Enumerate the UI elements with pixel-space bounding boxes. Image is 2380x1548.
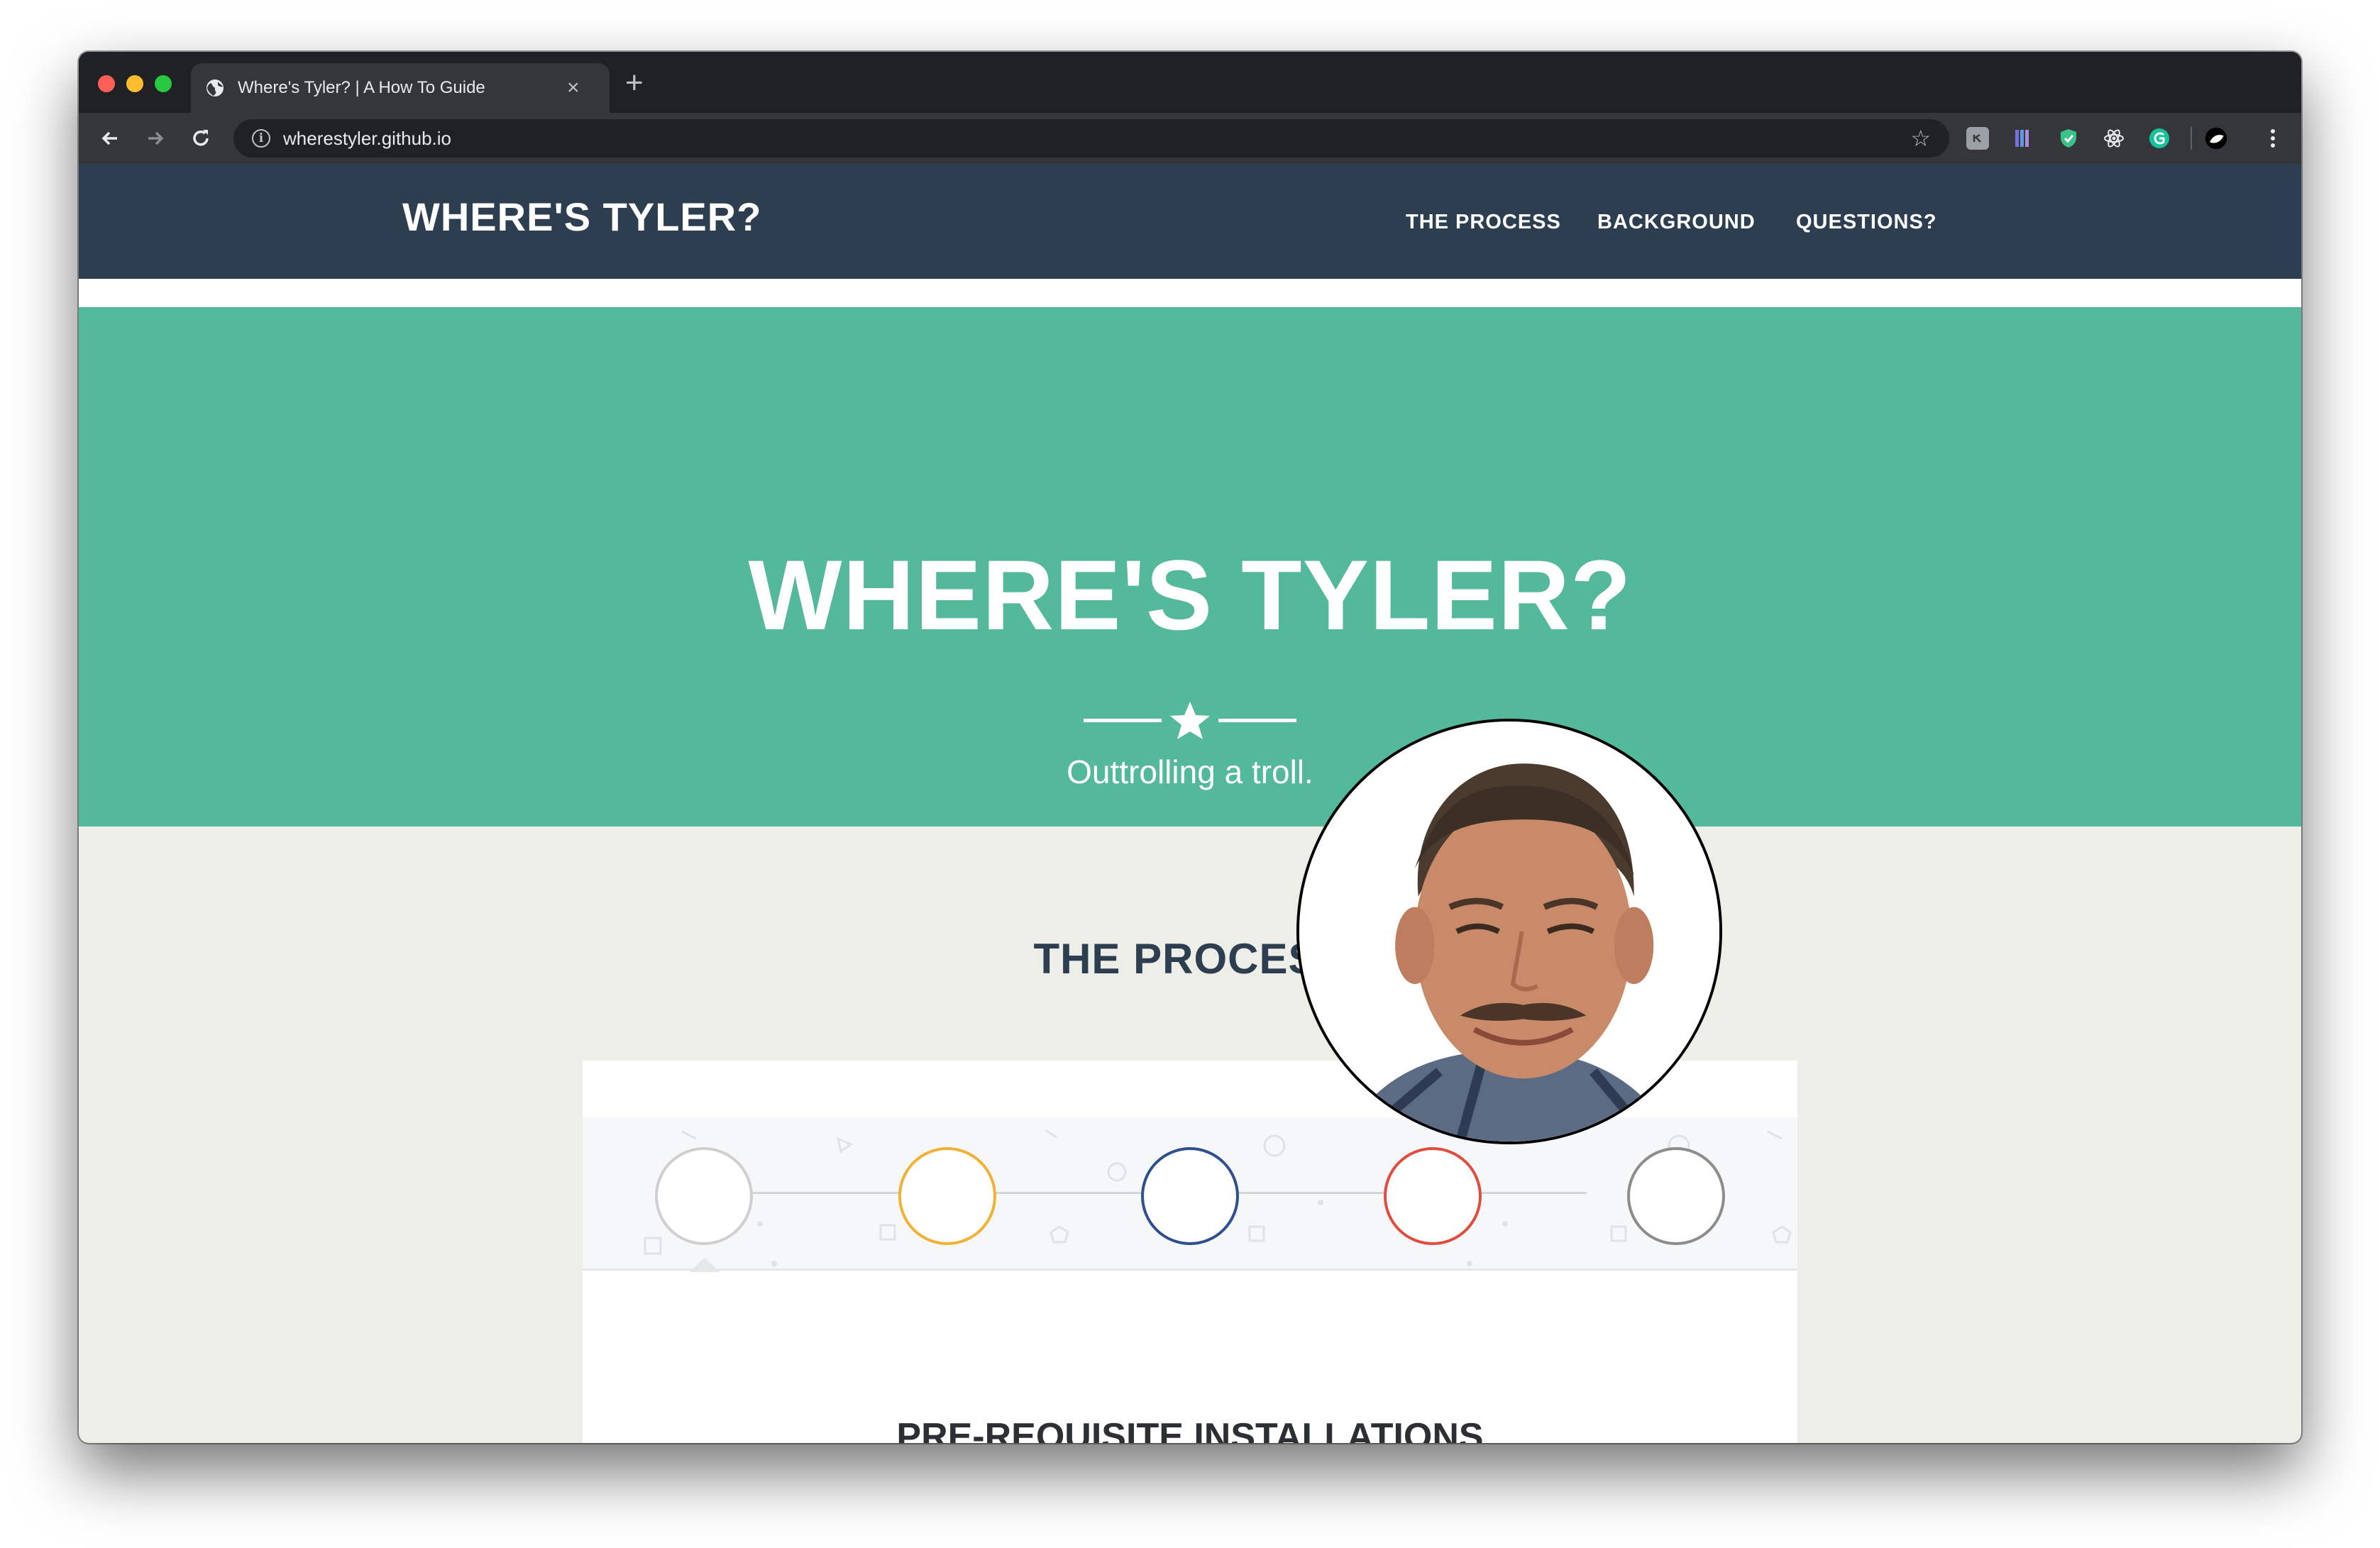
zoom-window-button[interactable] (155, 75, 172, 92)
process-timeline (583, 1117, 1797, 1272)
react-devtools-icon[interactable] (2103, 127, 2125, 150)
toolbar-divider (2191, 127, 2192, 150)
site-brand-link[interactable]: WHERE'S TYLER? (402, 194, 761, 240)
extension-icon[interactable] (1966, 127, 1989, 150)
tab-strip: Where's Tyler? | A How To Guide × + (79, 52, 2301, 113)
nav-spacer (79, 279, 2301, 307)
nav-link-the-process[interactable]: THE PROCESS (1406, 211, 1561, 234)
grammarly-icon[interactable] (2148, 127, 2171, 150)
tab-active[interactable]: Where's Tyler? | A How To Guide × (191, 63, 610, 113)
browser-window: Where's Tyler? | A How To Guide × + i wh… (79, 52, 2301, 1443)
hero-tagline: Outtrolling a troll. (1067, 753, 1313, 790)
tyler-portrait-image (1299, 722, 1719, 1141)
nav-link-questions[interactable]: QUESTIONS? (1796, 211, 1937, 234)
hero-title: WHERE'S TYLER? (748, 539, 1632, 651)
close-window-button[interactable] (98, 75, 115, 92)
menu-kebab-icon[interactable] (2261, 127, 2284, 150)
timeline-step-2[interactable] (898, 1147, 996, 1245)
globe-icon (205, 78, 225, 98)
hero-section: WHERE'S TYLER? Outtrolling a troll. (79, 307, 2301, 826)
url-text: wherestyler.github.io (283, 127, 452, 149)
timeline-step-1[interactable] (655, 1147, 753, 1245)
nav-link-background[interactable]: BACKGROUND (1597, 211, 1756, 234)
address-bar[interactable]: i wherestyler.github.io ☆ (233, 119, 1949, 157)
active-step-pointer-icon (689, 1258, 720, 1272)
back-arrow-icon[interactable] (97, 126, 123, 151)
reload-icon[interactable] (188, 126, 214, 151)
timeline-step-5[interactable] (1627, 1147, 1725, 1245)
site-navbar: WHERE'S TYLER? THE PROCESS BACKGROUND QU… (79, 164, 2301, 279)
profile-avatar-icon[interactable] (2205, 127, 2227, 150)
card-heading: PRE-REQUISITE INSTALLATIONS (896, 1416, 1484, 1443)
minimize-window-button[interactable] (126, 75, 143, 92)
page-viewport: WHERE'S TYLER? THE PROCESS BACKGROUND QU… (79, 164, 2301, 1443)
close-tab-icon[interactable]: × (567, 77, 580, 99)
timeline-step-4[interactable] (1384, 1147, 1482, 1245)
info-icon[interactable]: i (252, 129, 270, 148)
new-tab-button[interactable]: + (625, 67, 644, 99)
timeline-step-3[interactable] (1141, 1147, 1239, 1245)
forward-arrow-icon[interactable] (143, 126, 168, 151)
star-divider-icon (1084, 702, 1296, 739)
shield-icon[interactable] (2057, 127, 2080, 150)
process-card: PRE-REQUISITE INSTALLATIONS (583, 1061, 1797, 1443)
tab-title: Where's Tyler? | A How To Guide (238, 78, 485, 97)
process-section-title: THE PROCESS (1033, 935, 1347, 983)
bookmark-star-icon[interactable]: ☆ (1910, 127, 1931, 150)
bookmark-manager-extension-icon[interactable] (2012, 127, 2034, 150)
browser-toolbar: i wherestyler.github.io ☆ (79, 113, 2301, 164)
avatar (1296, 719, 1722, 1144)
